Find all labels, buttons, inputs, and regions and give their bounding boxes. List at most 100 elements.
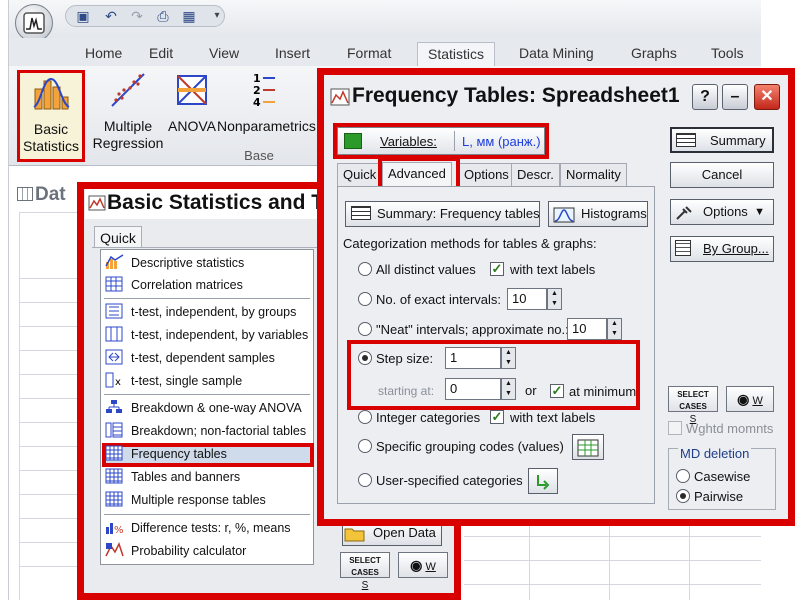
multiple-regression-button[interactable]: Multiple Regression (89, 70, 167, 152)
exact-intervals-input[interactable]: 10 (507, 288, 547, 310)
save-icon[interactable]: ▣ (75, 8, 91, 24)
list-item-frequency-tables[interactable]: Frequency tables (105, 443, 227, 465)
list-item-ttest-variables[interactable]: t-test, independent, by variables (105, 324, 308, 346)
tab-insert[interactable]: Insert (265, 42, 320, 66)
specific-codes-label: Specific grouping codes (values) (376, 439, 564, 454)
cancel-button[interactable]: Cancel (670, 162, 774, 188)
select-cases-button-2[interactable]: SELECT CASES S (668, 386, 718, 425)
pairwise-radio[interactable] (676, 489, 690, 503)
specific-codes-button[interactable] (572, 434, 604, 460)
weighted-moments-checkbox[interactable] (668, 421, 682, 435)
user-specified-button[interactable] (528, 468, 558, 494)
all-distinct-radio[interactable] (358, 262, 372, 276)
list-item-descriptive-statistics[interactable]: Descriptive statistics (105, 252, 244, 274)
help-button[interactable]: ? (692, 84, 718, 110)
application-menu-button[interactable] (15, 4, 53, 42)
casewise-label: Casewise (694, 469, 751, 484)
histograms-label: Histograms (581, 206, 647, 221)
histograms-button[interactable]: Histograms (548, 201, 648, 227)
tab-edit[interactable]: Edit (139, 42, 183, 66)
undo-icon[interactable]: ↶ (103, 8, 119, 24)
weight-button-2[interactable]: ◉ W (726, 386, 774, 412)
neat-intervals-radio[interactable] (358, 322, 372, 336)
grid-line (19, 566, 79, 567)
list-item-multiple-response[interactable]: Multiple response tables (105, 489, 266, 511)
tab-graphs[interactable]: Graphs (621, 42, 687, 66)
list-item-breakdown-anova[interactable]: Breakdown & one-way ANOVA (105, 397, 302, 419)
tab-normality[interactable]: Normality (560, 163, 627, 187)
user-categories-icon (537, 474, 550, 490)
customize-qat-icon[interactable]: ▾ (209, 8, 225, 24)
options-button[interactable]: Options ▼ (670, 199, 774, 225)
list-item-label: Multiple response tables (131, 493, 266, 507)
dialog-app-icon (88, 195, 106, 211)
integer-categories-radio[interactable] (358, 410, 372, 424)
tab-format[interactable]: Format (337, 42, 401, 66)
casewise-radio[interactable] (676, 469, 690, 483)
summary-button[interactable]: Summary (670, 127, 774, 153)
redo-icon[interactable]: ↷ (129, 8, 145, 24)
grid-line (19, 302, 79, 303)
select-cases-label: SELECT CASES (349, 556, 381, 577)
tab-options[interactable]: Options (458, 163, 515, 187)
grid-line (529, 526, 530, 600)
list-item-label: t-test, independent, by groups (131, 305, 297, 319)
grid-line (689, 526, 690, 600)
list-item-label: Breakdown & one-way ANOVA (131, 401, 302, 415)
basic-statistics-button[interactable]: Basic Statistics (17, 70, 85, 162)
list-item-correlation-matrices[interactable]: Correlation matrices (105, 274, 243, 296)
minimize-button[interactable]: – (722, 84, 748, 110)
specific-codes-radio[interactable] (358, 439, 372, 453)
ttest-dependent-icon (105, 349, 123, 365)
integer-categories-label: Integer categories (376, 410, 481, 425)
anova-button[interactable]: ANOVA (167, 70, 217, 135)
list-separator (104, 514, 310, 515)
by-group-button[interactable]: By Group... (670, 236, 774, 262)
tab-quick[interactable]: Quick (337, 163, 383, 187)
user-specified-radio[interactable] (358, 473, 372, 487)
categorization-section-label: Categorization methods for tables & grap… (343, 236, 597, 251)
weight-label: W (752, 395, 763, 407)
neat-intervals-input[interactable]: 10 (567, 318, 607, 340)
grid-line (19, 278, 79, 279)
ribbon-group-label: Base (244, 148, 274, 163)
weight-button[interactable]: ◉ W (398, 552, 448, 578)
summary-frequency-tables-button[interactable]: Summary: Frequency tables (345, 201, 540, 227)
list-item-label: Difference tests: r, %, means (131, 521, 291, 535)
print-icon[interactable]: ⎙ (155, 8, 171, 24)
list-item-ttest-single[interactable]: x t-test, single sample (105, 370, 242, 392)
list-item-ttest-dependent[interactable]: t-test, dependent samples (105, 347, 275, 369)
text-labels-checkbox-2[interactable]: ✓ (490, 410, 504, 424)
grid-line (19, 326, 79, 327)
list-item-label: t-test, dependent samples (131, 351, 275, 365)
exact-intervals-spinner[interactable]: ▲ ▼ (547, 288, 562, 310)
grid-line (464, 536, 761, 537)
list-item-tables-banners[interactable]: Tables and banners (105, 466, 240, 488)
text-labels-label-1: with text labels (510, 262, 596, 277)
text-labels-checkbox-1[interactable]: ✓ (490, 262, 504, 276)
spreadsheet-icon[interactable]: ▦ (181, 8, 197, 24)
tab-home[interactable]: Home (75, 42, 132, 66)
grid-line (19, 446, 79, 447)
list-item-ttest-groups[interactable]: t-test, independent, by groups (105, 301, 296, 323)
exact-intervals-radio[interactable] (358, 292, 372, 306)
tab-view[interactable]: View (199, 42, 249, 66)
grid-line (19, 212, 79, 213)
neat-intervals-spinner[interactable]: ▲ ▼ (607, 318, 622, 340)
list-item-probability-calculator[interactable]: Probability calculator (105, 540, 246, 562)
close-button[interactable]: ✕ (754, 84, 780, 110)
list-item-breakdown-tables[interactable]: Breakdown; non-factorial tables (105, 420, 306, 442)
select-cases-button[interactable]: SELECT CASES S (340, 552, 390, 591)
list-item-difference-tests[interactable]: % Difference tests: r, %, means (105, 517, 291, 539)
step-size-highlight (347, 340, 640, 410)
tab-descr[interactable]: Descr. (511, 163, 560, 187)
grid-line (19, 422, 79, 423)
tab-quick[interactable]: Quick (94, 226, 142, 248)
weight-icon: ◉ (737, 391, 750, 407)
tab-tools[interactable]: Tools (701, 42, 754, 66)
tab-data-mining[interactable]: Data Mining (509, 42, 604, 66)
nonparametrics-button[interactable]: 1 2 4 Nonparametrics (217, 70, 317, 135)
tab-statistics[interactable]: Statistics (417, 42, 496, 66)
select-cases-s: S (361, 580, 369, 591)
grid-line (19, 470, 79, 471)
